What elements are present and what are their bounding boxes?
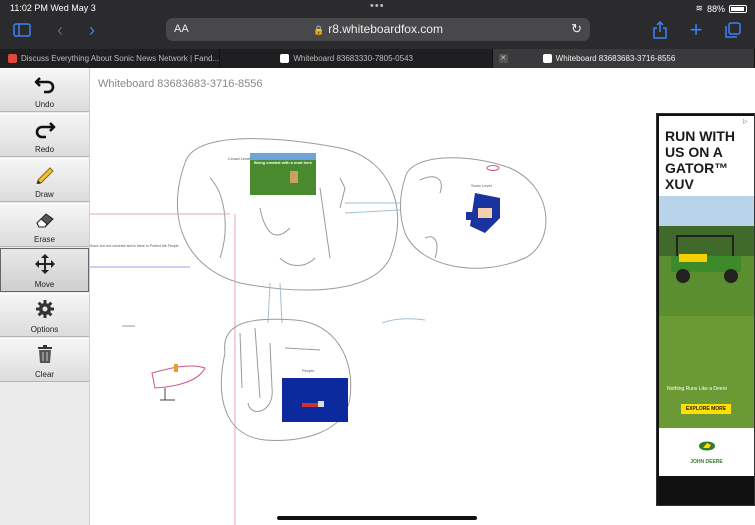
deer-logo-icon [698, 441, 715, 451]
erase-button[interactable]: Erase [0, 203, 89, 247]
ad-creative[interactable]: ▷ RUN WITH US ON A GATOR™ XUV Nothing Ru… [659, 116, 754, 476]
label-left-note: Sonic but one universe and is there to P… [90, 244, 179, 248]
tabs-overview-icon[interactable] [721, 18, 745, 42]
undo-label: Undo [34, 100, 55, 109]
erase-label: Erase [34, 235, 55, 244]
sketch-ship [151, 365, 206, 389]
status-time: 11:02 PM Wed May 3 [10, 3, 96, 13]
tab-whiteboard-2[interactable]: ✕ Whiteboard 83683683-3716-8556 [492, 49, 755, 68]
multitask-dots[interactable]: ••• [370, 0, 385, 12]
move-button[interactable]: Move [0, 248, 89, 292]
tab-label: Whiteboard 83683683-3716-8556 [555, 54, 676, 63]
close-tab-icon[interactable]: ✕ [498, 54, 508, 63]
tab-sonic-news[interactable]: Discuss Everything About Sonic News Netw… [0, 49, 221, 68]
clear-button[interactable]: Clear [0, 338, 89, 382]
eraser-icon [35, 213, 54, 228]
ad-brand-panel[interactable]: JOHN DEERE [659, 428, 754, 476]
status-indicators: ≋ 88% [695, 3, 747, 14]
share-icon[interactable] [648, 18, 672, 42]
url-text: r8.whiteboardfox.com [328, 22, 443, 36]
redo-button[interactable]: Redo [0, 113, 89, 157]
address-bar[interactable]: AA 🔒 r8.whiteboardfox.com ↻ [166, 18, 590, 41]
move-icon [34, 254, 55, 274]
back-icon[interactable]: ‹ [48, 18, 72, 42]
advertisement[interactable]: ▷ RUN WITH US ON A GATOR™ XUV Nothing Ru… [656, 113, 755, 506]
label-sonic-level: Sonic Level [471, 183, 492, 188]
ad-brand-name: JOHN DEERE [690, 459, 723, 465]
undo-button[interactable]: Undo [0, 68, 89, 112]
label-minecraft-caption: Being created with a mod here [254, 160, 313, 165]
label-crowd-level: Crowd Level [228, 156, 251, 161]
options-label: Options [30, 325, 59, 334]
new-tab-icon[interactable]: + [684, 17, 708, 42]
battery-percent: 88% [706, 3, 725, 14]
ad-headline: RUN WITH US ON A GATOR™ XUV [665, 128, 735, 192]
reload-icon[interactable]: ↻ [571, 21, 582, 37]
sidebar-toggle-icon[interactable] [10, 18, 34, 42]
tab-bar: Discuss Everything About Sonic News Netw… [0, 49, 755, 68]
draw-label: Draw [35, 190, 54, 199]
ad-explore-button[interactable]: EXPLORE MORE [681, 404, 731, 414]
draw-button[interactable]: Draw [0, 158, 89, 202]
whiteboard-favicon-icon [542, 54, 552, 63]
forward-icon[interactable]: › [80, 18, 104, 42]
lock-icon: 🔒 [313, 25, 325, 35]
move-label: Move [34, 280, 55, 289]
redo-label: Redo [34, 145, 55, 154]
browser-chrome: 11:02 PM Wed May 3 ••• ≋ 88% ‹ › AA 🔒 r8.… [0, 0, 755, 49]
ad-tagline: Nothing Runs Like a Deere [667, 386, 728, 392]
pencil-icon [35, 167, 54, 185]
options-button[interactable]: Options [0, 293, 89, 337]
tab-whiteboard-1[interactable]: Whiteboard 83683330-7805-0543 [220, 49, 493, 68]
whiteboard-favicon-icon [280, 54, 290, 63]
people-image [282, 378, 348, 422]
tab-label: Discuss Everything About Sonic News Netw… [21, 54, 220, 63]
home-indicator[interactable] [277, 516, 477, 520]
redo-icon [35, 122, 55, 139]
battery-icon [729, 4, 747, 13]
wifi-icon: ≋ [695, 3, 703, 13]
fandom-favicon-icon [8, 54, 17, 63]
label-people: People [302, 368, 315, 373]
gear-icon [35, 300, 54, 318]
undo-icon [34, 77, 54, 94]
trash-icon [37, 345, 52, 363]
tab-label: Whiteboard 83683330-7805-0543 [293, 54, 413, 63]
clear-label: Clear [34, 370, 55, 379]
adchoices-icon[interactable]: ▷ [743, 118, 751, 126]
tool-sidebar: Undo Redo Draw Erase Move Options Clear [0, 68, 90, 525]
